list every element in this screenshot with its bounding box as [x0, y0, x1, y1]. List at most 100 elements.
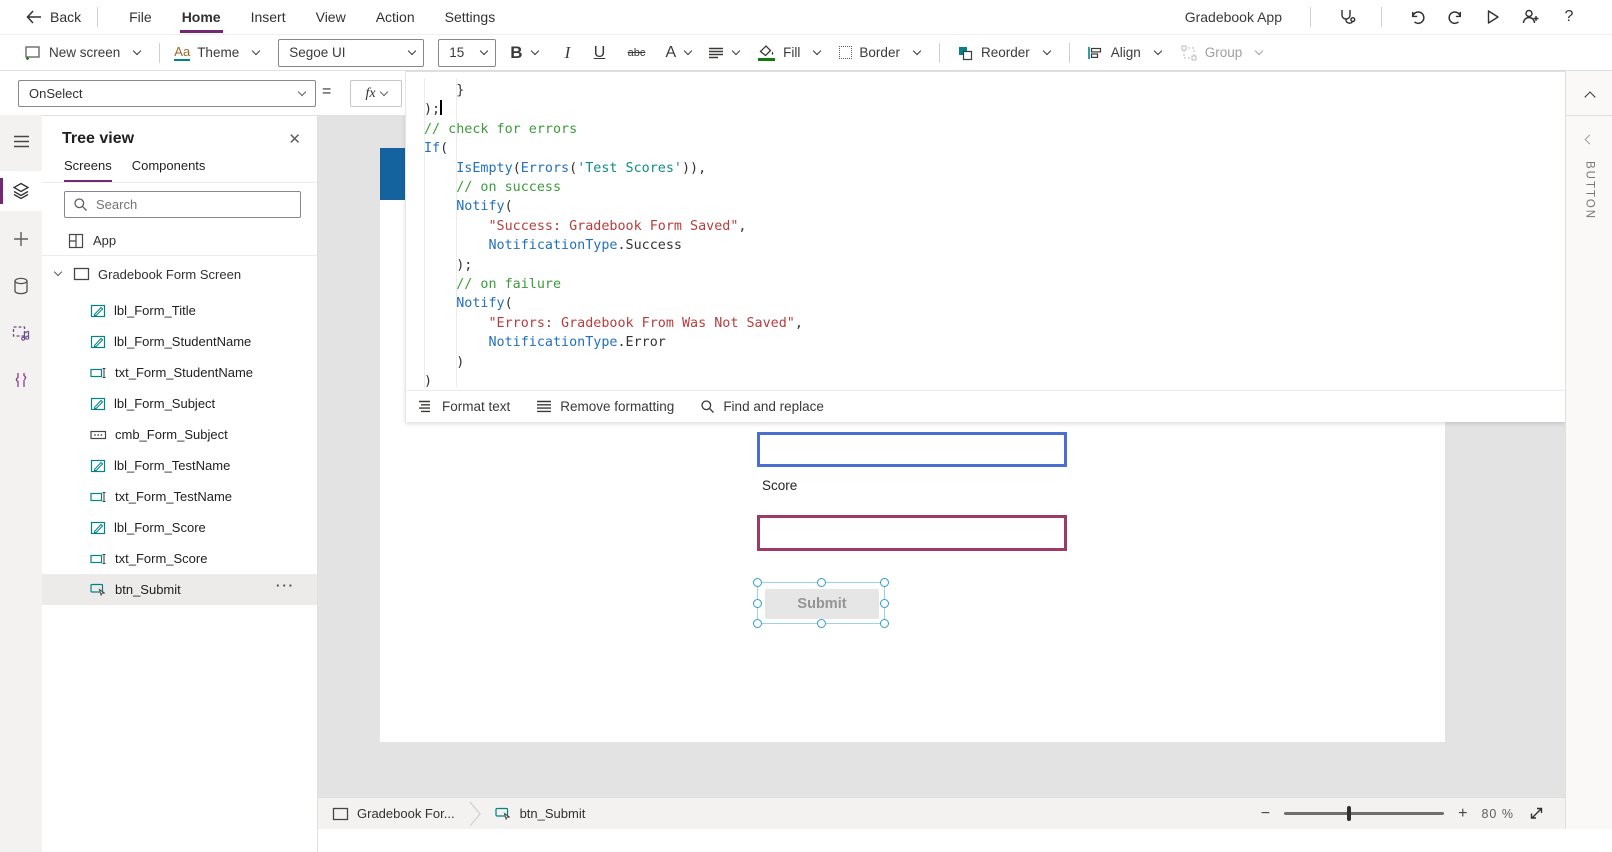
insert-plus-icon[interactable]: [0, 219, 42, 259]
tree-children: lbl_Form_Title lbl_Form_StudentName txt_…: [42, 295, 317, 605]
code-line[interactable]: ): [424, 372, 1565, 391]
font-size-select[interactable]: 15: [438, 38, 497, 67]
resize-handle-n[interactable]: [817, 578, 826, 587]
advanced-tools-icon[interactable]: [0, 360, 42, 400]
code-line[interactable]: }: [424, 81, 1565, 100]
zoom-in-button[interactable]: +: [1458, 805, 1467, 823]
resize-handle-se[interactable]: [880, 619, 889, 628]
breadcrumb-screen[interactable]: Gradebook For...: [332, 806, 455, 821]
fill-button[interactable]: Fill: [758, 44, 822, 61]
find-and-replace-button[interactable]: Find and replace: [700, 399, 824, 414]
testname-text-input[interactable]: [757, 432, 1067, 467]
more-options-icon[interactable]: ···: [276, 578, 295, 593]
code-line[interactable]: If(: [424, 139, 1565, 158]
tree-item-lbl_Form_Subject[interactable]: lbl_Form_Subject: [42, 388, 317, 419]
menu-item-home[interactable]: Home: [167, 0, 236, 35]
code-line[interactable]: ): [424, 353, 1565, 372]
code-line[interactable]: NotificationType.Error: [424, 333, 1565, 352]
code-line[interactable]: IsEmpty(Errors('Test Scores')),: [424, 159, 1565, 178]
resize-handle-s[interactable]: [817, 619, 826, 628]
tree-view-rail-icon[interactable]: [0, 171, 42, 211]
redo-icon[interactable]: [1436, 0, 1474, 35]
strikethrough-button[interactable]: abc: [624, 47, 650, 59]
reorder-button[interactable]: Reorder: [956, 44, 1051, 62]
collapse-formula-bar-button[interactable]: [1566, 81, 1612, 109]
text-align-button[interactable]: [707, 44, 741, 62]
code-line[interactable]: // on success: [424, 178, 1565, 197]
app-checker-icon[interactable]: [1327, 0, 1365, 35]
tree-item-lbl_Form_Score[interactable]: lbl_Form_Score: [42, 512, 317, 543]
menu-item-insert[interactable]: Insert: [236, 0, 301, 35]
tree-view-header: Tree view ✕: [42, 116, 317, 156]
format-text-button[interactable]: Format text: [418, 399, 510, 414]
tree-item-label: lbl_Form_Title: [114, 303, 196, 318]
code-line[interactable]: Notify(: [424, 197, 1565, 216]
code-line[interactable]: "Success: Gradebook Form Saved",: [424, 217, 1565, 236]
code-line[interactable]: NotificationType.Success: [424, 236, 1565, 255]
resize-handle-ne[interactable]: [880, 578, 889, 587]
media-icon[interactable]: [0, 313, 42, 353]
tree-item-txt_Form_Score[interactable]: txt_Form_Score: [42, 543, 317, 574]
menu-item-file[interactable]: File: [114, 0, 167, 35]
code-line[interactable]: );: [424, 100, 1565, 119]
tab-screens[interactable]: Screens: [64, 158, 112, 182]
chevron-down-icon: [133, 46, 142, 55]
tree-item-lbl_Form_StudentName[interactable]: lbl_Form_StudentName: [42, 326, 317, 357]
resize-handle-w[interactable]: [753, 599, 762, 608]
hamburger-menu-icon[interactable]: [0, 121, 42, 161]
tree-item-txt_Form_TestName[interactable]: txt_Form_TestName: [42, 481, 317, 512]
resize-handle-e[interactable]: [880, 599, 889, 608]
zoom-out-button[interactable]: −: [1261, 805, 1270, 823]
tree-item-lbl_Form_Title[interactable]: lbl_Form_Title: [42, 295, 317, 326]
tab-components[interactable]: Components: [132, 158, 206, 182]
search-input[interactable]: [96, 197, 276, 212]
undo-icon[interactable]: [1398, 0, 1436, 35]
fit-to-window-icon[interactable]: [1528, 805, 1545, 822]
menu-item-view[interactable]: View: [301, 0, 361, 35]
menu-item-action[interactable]: Action: [361, 0, 430, 35]
code-line[interactable]: // on failure: [424, 275, 1565, 294]
resize-handle-nw[interactable]: [753, 578, 762, 587]
breadcrumb-control[interactable]: btn_Submit: [494, 805, 585, 822]
text-input-icon: [90, 489, 107, 505]
tree-item-btn_Submit[interactable]: btn_Submit ···: [42, 574, 317, 605]
fx-button[interactable]: fx: [350, 80, 402, 107]
remove-formatting-button[interactable]: Remove formatting: [536, 399, 674, 414]
data-sources-icon[interactable]: [0, 266, 42, 306]
back-button[interactable]: Back: [26, 9, 81, 25]
new-screen-button[interactable]: New screen: [24, 44, 142, 62]
bold-button[interactable]: B: [510, 43, 539, 63]
font-color-button[interactable]: A: [666, 44, 693, 62]
score-text-input[interactable]: [757, 515, 1067, 551]
close-icon[interactable]: ✕: [288, 130, 301, 148]
theme-button[interactable]: Aa Theme: [174, 44, 261, 61]
help-icon[interactable]: ?: [1550, 0, 1588, 35]
tree-item-cmb_Form_Subject[interactable]: cmb_Form_Subject: [42, 419, 317, 450]
preview-play-icon[interactable]: [1474, 0, 1512, 35]
property-select[interactable]: OnSelect: [18, 80, 316, 107]
code-line[interactable]: );: [424, 256, 1565, 275]
expand-properties-panel-button[interactable]: [1566, 129, 1612, 153]
tree-search-box[interactable]: [64, 191, 301, 218]
tree-item-txt_Form_StudentName[interactable]: txt_Form_StudentName: [42, 357, 317, 388]
zoom-slider-thumb[interactable]: [1346, 806, 1352, 822]
tree-item-screen[interactable]: Gradebook Form Screen: [42, 259, 317, 289]
zoom-slider[interactable]: [1284, 806, 1445, 822]
resize-handle-sw[interactable]: [753, 619, 762, 628]
share-icon[interactable]: [1512, 0, 1550, 35]
submit-button[interactable]: Submit: [765, 589, 879, 619]
code-line[interactable]: "Errors: Gradebook From Was Not Saved",: [424, 314, 1565, 333]
formula-editor[interactable]: });// check for errors If( IsEmpty(Errors…: [406, 72, 1565, 391]
align-button[interactable]: Align: [1086, 44, 1163, 62]
italic-button[interactable]: I: [560, 43, 576, 63]
tree-view-panel: Tree view ✕ Screens Components App Grade…: [42, 115, 318, 852]
screen-label: Gradebook Form Screen: [98, 266, 242, 282]
tree-item-lbl_Form_TestName[interactable]: lbl_Form_TestName: [42, 450, 317, 481]
underline-button[interactable]: U: [592, 44, 608, 62]
code-line[interactable]: Notify(: [424, 294, 1565, 313]
menu-item-settings[interactable]: Settings: [430, 0, 511, 35]
tree-item-app[interactable]: App: [42, 226, 317, 256]
border-button[interactable]: Border: [839, 45, 922, 60]
code-line[interactable]: // check for errors: [424, 120, 1565, 139]
font-family-select[interactable]: Segoe UI: [278, 38, 425, 67]
